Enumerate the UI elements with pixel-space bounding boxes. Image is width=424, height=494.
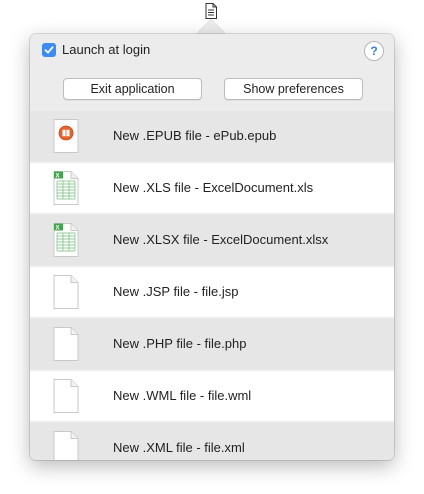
- show-preferences-button[interactable]: Show preferences: [224, 78, 363, 100]
- file-template-list: New .EPUB file - ePub.epub X New .XLS fi…: [30, 111, 394, 460]
- blank-file-icon: [53, 379, 79, 413]
- list-item[interactable]: X New .XLSX file - ExcelDocument.xlsx: [30, 215, 394, 265]
- blank-file-icon: [53, 431, 79, 460]
- list-item[interactable]: New .EPUB file - ePub.epub: [30, 111, 394, 161]
- spreadsheet-file-icon: X: [53, 223, 79, 257]
- file-item-label: New .XLSX file - ExcelDocument.xlsx: [113, 232, 329, 247]
- popover-header: Launch at login ? Exit application Show …: [30, 34, 394, 109]
- blank-file-icon: [53, 327, 79, 361]
- menubar-document-icon[interactable]: [205, 3, 217, 19]
- list-item[interactable]: New .JSP file - file.jsp: [30, 267, 394, 317]
- file-item-label: New .EPUB file - ePub.epub: [113, 128, 277, 143]
- epub-file-icon: [53, 119, 79, 153]
- list-item[interactable]: New .XML file - file.xml: [30, 423, 394, 460]
- svg-text:X: X: [56, 173, 60, 179]
- list-item[interactable]: New .PHP file - file.php: [30, 319, 394, 369]
- checkmark-icon: [44, 46, 54, 54]
- list-item[interactable]: New .WML file - file.wml: [30, 371, 394, 421]
- help-button[interactable]: ?: [364, 41, 384, 61]
- svg-text:X: X: [56, 225, 60, 231]
- file-item-label: New .XLS file - ExcelDocument.xls: [113, 180, 314, 195]
- file-item-label: New .JSP file - file.jsp: [113, 284, 239, 299]
- blank-file-icon: [53, 275, 79, 309]
- file-item-label: New .XML file - file.xml: [113, 440, 245, 455]
- popover-panel: Launch at login ? Exit application Show …: [30, 34, 394, 460]
- spreadsheet-file-icon: X: [53, 171, 79, 205]
- launch-at-login-checkbox[interactable]: [42, 43, 56, 57]
- file-item-label: New .PHP file - file.php: [113, 336, 247, 351]
- exit-application-button[interactable]: Exit application: [63, 78, 202, 100]
- file-item-label: New .WML file - file.wml: [113, 388, 252, 403]
- launch-at-login-label[interactable]: Launch at login: [62, 42, 150, 57]
- list-item[interactable]: X New .XLS file - ExcelDocument.xls: [30, 163, 394, 213]
